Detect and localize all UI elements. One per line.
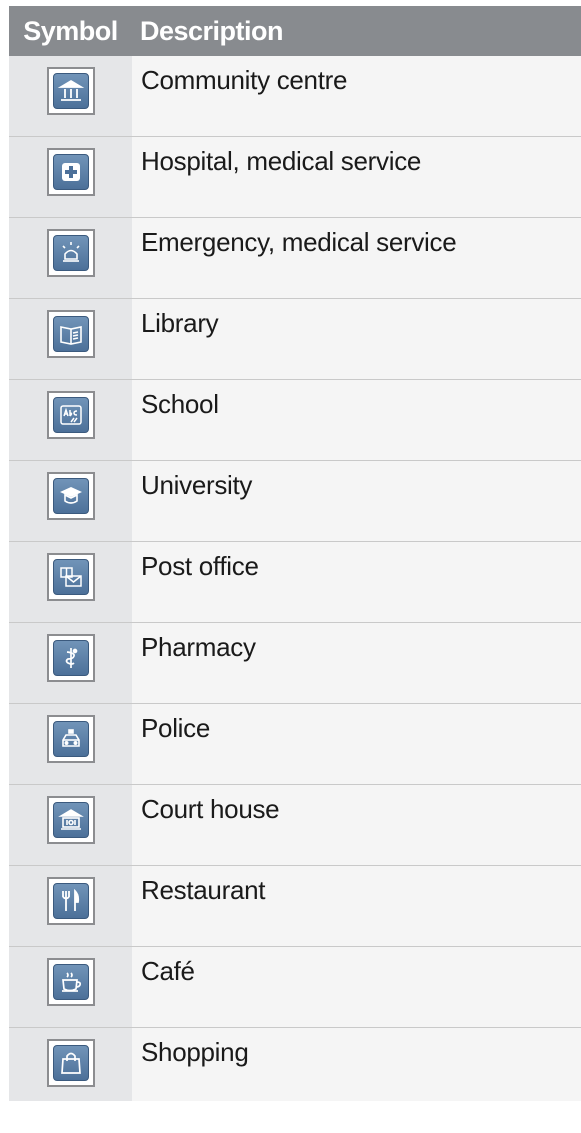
court-house-icon: [52, 802, 89, 838]
post-office-icon: [52, 559, 89, 595]
row-description: Restaurant: [132, 866, 581, 946]
row-description: Shopping: [132, 1028, 581, 1101]
table-row: Library: [9, 299, 581, 380]
table-row: Post office: [9, 542, 581, 623]
row-description: School: [132, 380, 581, 460]
row-description: Court house: [132, 785, 581, 865]
symbol-column-header: Symbol: [23, 15, 118, 46]
table-row: Shopping: [9, 1028, 581, 1101]
row-description: Hospital, medical service: [132, 137, 581, 217]
table-row: Emergency, medical service: [9, 218, 581, 299]
row-description: University: [132, 461, 581, 541]
row-description: Café: [132, 947, 581, 1027]
table-row: University: [9, 461, 581, 542]
row-description: Post office: [132, 542, 581, 622]
school-icon: [52, 397, 89, 433]
restaurant-icon: [52, 883, 89, 919]
row-description: Police: [132, 704, 581, 784]
table-row: Hospital, medical service: [9, 137, 581, 218]
community-centre-icon: [52, 73, 89, 109]
table-row: Café: [9, 947, 581, 1028]
table-header: Symbol Description: [9, 6, 581, 56]
pharmacy-icon: [52, 640, 89, 676]
row-description: Pharmacy: [132, 623, 581, 703]
table-row: Court house: [9, 785, 581, 866]
university-icon: [52, 478, 89, 514]
shopping-icon: [52, 1045, 89, 1081]
description-column-header: Description: [140, 15, 284, 46]
table-row: Pharmacy: [9, 623, 581, 704]
table-row: Police: [9, 704, 581, 785]
row-description: Library: [132, 299, 581, 379]
police-icon: [52, 721, 89, 757]
row-description: Community centre: [132, 56, 581, 136]
cafe-icon: [52, 964, 89, 1000]
table-row: Community centre: [9, 56, 581, 137]
table-row: School: [9, 380, 581, 461]
row-description: Emergency, medical service: [132, 218, 581, 298]
symbol-legend-table: Symbol Description Community centre Hosp…: [9, 6, 581, 1101]
hospital-icon: [52, 154, 89, 190]
table-row: Restaurant: [9, 866, 581, 947]
library-icon: [52, 316, 89, 352]
emergency-icon: [52, 235, 89, 271]
